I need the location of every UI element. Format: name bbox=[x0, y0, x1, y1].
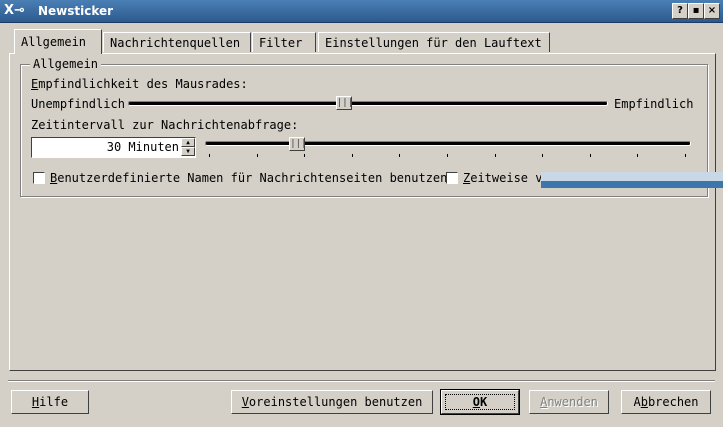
slider-tick bbox=[304, 154, 306, 157]
slider-tick bbox=[589, 154, 591, 157]
slider-tick bbox=[256, 154, 258, 157]
mousewheel-slider-groove[interactable] bbox=[128, 101, 608, 106]
window-title: Newsticker bbox=[38, 4, 114, 18]
button-label: A bbox=[633, 395, 641, 409]
spin-up-button[interactable]: ▲ bbox=[181, 138, 195, 147]
time-checkbox[interactable] bbox=[446, 172, 458, 184]
slider-tick bbox=[637, 154, 639, 157]
slider-tick bbox=[542, 154, 544, 157]
use-defaults-button[interactable]: Voreinstellungen benutzen bbox=[231, 390, 433, 414]
spin-down-button[interactable]: ▼ bbox=[181, 147, 195, 156]
label-text: eitweise v bbox=[470, 171, 543, 185]
app-logo-icon[interactable]: X⊸ bbox=[4, 2, 34, 20]
slider-tick bbox=[494, 154, 496, 157]
tab-lauftext[interactable]: Einstellungen für den Lauftext bbox=[318, 32, 550, 52]
custom-names-label[interactable]: Benutzerdefinierte Namen für Nachrichten… bbox=[50, 171, 447, 186]
interval-slider-groove[interactable] bbox=[205, 141, 691, 146]
tab-nachrichtenquellen[interactable]: Nachrichtenquellen bbox=[103, 32, 251, 52]
mnemonic: b bbox=[640, 395, 648, 409]
minimize-button[interactable]: ▪ bbox=[688, 3, 704, 19]
close-button[interactable]: × bbox=[704, 3, 720, 19]
ok-button[interactable]: OK bbox=[440, 389, 520, 415]
interval-slider-handle[interactable]: ||| bbox=[289, 137, 307, 151]
slider-min-label: Unempfindlich bbox=[31, 97, 125, 111]
label-text: mpfindlichkeit des Mausrades: bbox=[38, 77, 248, 91]
tab-allgemein[interactable]: Allgemein bbox=[14, 29, 102, 54]
separator bbox=[8, 380, 715, 382]
button-label: brechen bbox=[647, 395, 699, 409]
button-label: ilfe bbox=[39, 395, 69, 409]
slider-max-label: Empfindlich bbox=[614, 97, 694, 111]
interval-spinbox[interactable]: 30 Minuten ▲ ▼ bbox=[31, 137, 196, 158]
slider-tick bbox=[447, 154, 448, 157]
mousewheel-label: Empfindlichkeit des Mausrades: bbox=[31, 77, 248, 92]
focus-rect bbox=[445, 394, 515, 410]
custom-names-checkbox[interactable] bbox=[33, 172, 45, 184]
tab-label: Allgemein bbox=[21, 35, 87, 49]
group-title: Allgemein bbox=[30, 57, 102, 72]
tab-label: Einstellungen für den Lauftext bbox=[325, 36, 542, 50]
slider-tick bbox=[351, 154, 353, 157]
help-button[interactable]: Hilfe bbox=[11, 390, 89, 414]
button-label: nwenden bbox=[547, 395, 598, 409]
tab-filter[interactable]: Filter bbox=[252, 32, 316, 52]
tab-label: Filter bbox=[259, 36, 303, 50]
interval-label: Zeitintervall zur Nachrichtenabfrage: bbox=[31, 118, 299, 132]
button-label: oreinstellungen benutzen bbox=[248, 395, 423, 409]
time-label[interactable]: Zeitweise v bbox=[463, 171, 542, 186]
mousewheel-slider-handle[interactable]: ||| bbox=[335, 96, 353, 110]
cancel-button[interactable]: Abbrechen bbox=[621, 390, 711, 414]
label-text: enutzerdefinierte Namen für Nachrichtens… bbox=[57, 171, 448, 185]
apply-button[interactable]: Anwenden bbox=[529, 390, 609, 414]
help-title-button[interactable]: ? bbox=[672, 3, 688, 19]
render-artifact bbox=[541, 172, 723, 188]
interval-value[interactable]: 30 Minuten bbox=[107, 140, 179, 155]
mnemonic: V bbox=[241, 395, 249, 409]
tab-label: Nachrichtenquellen bbox=[110, 36, 241, 50]
slider-tick bbox=[685, 154, 686, 157]
slider-tick bbox=[399, 154, 401, 157]
slider-tick bbox=[209, 154, 210, 157]
